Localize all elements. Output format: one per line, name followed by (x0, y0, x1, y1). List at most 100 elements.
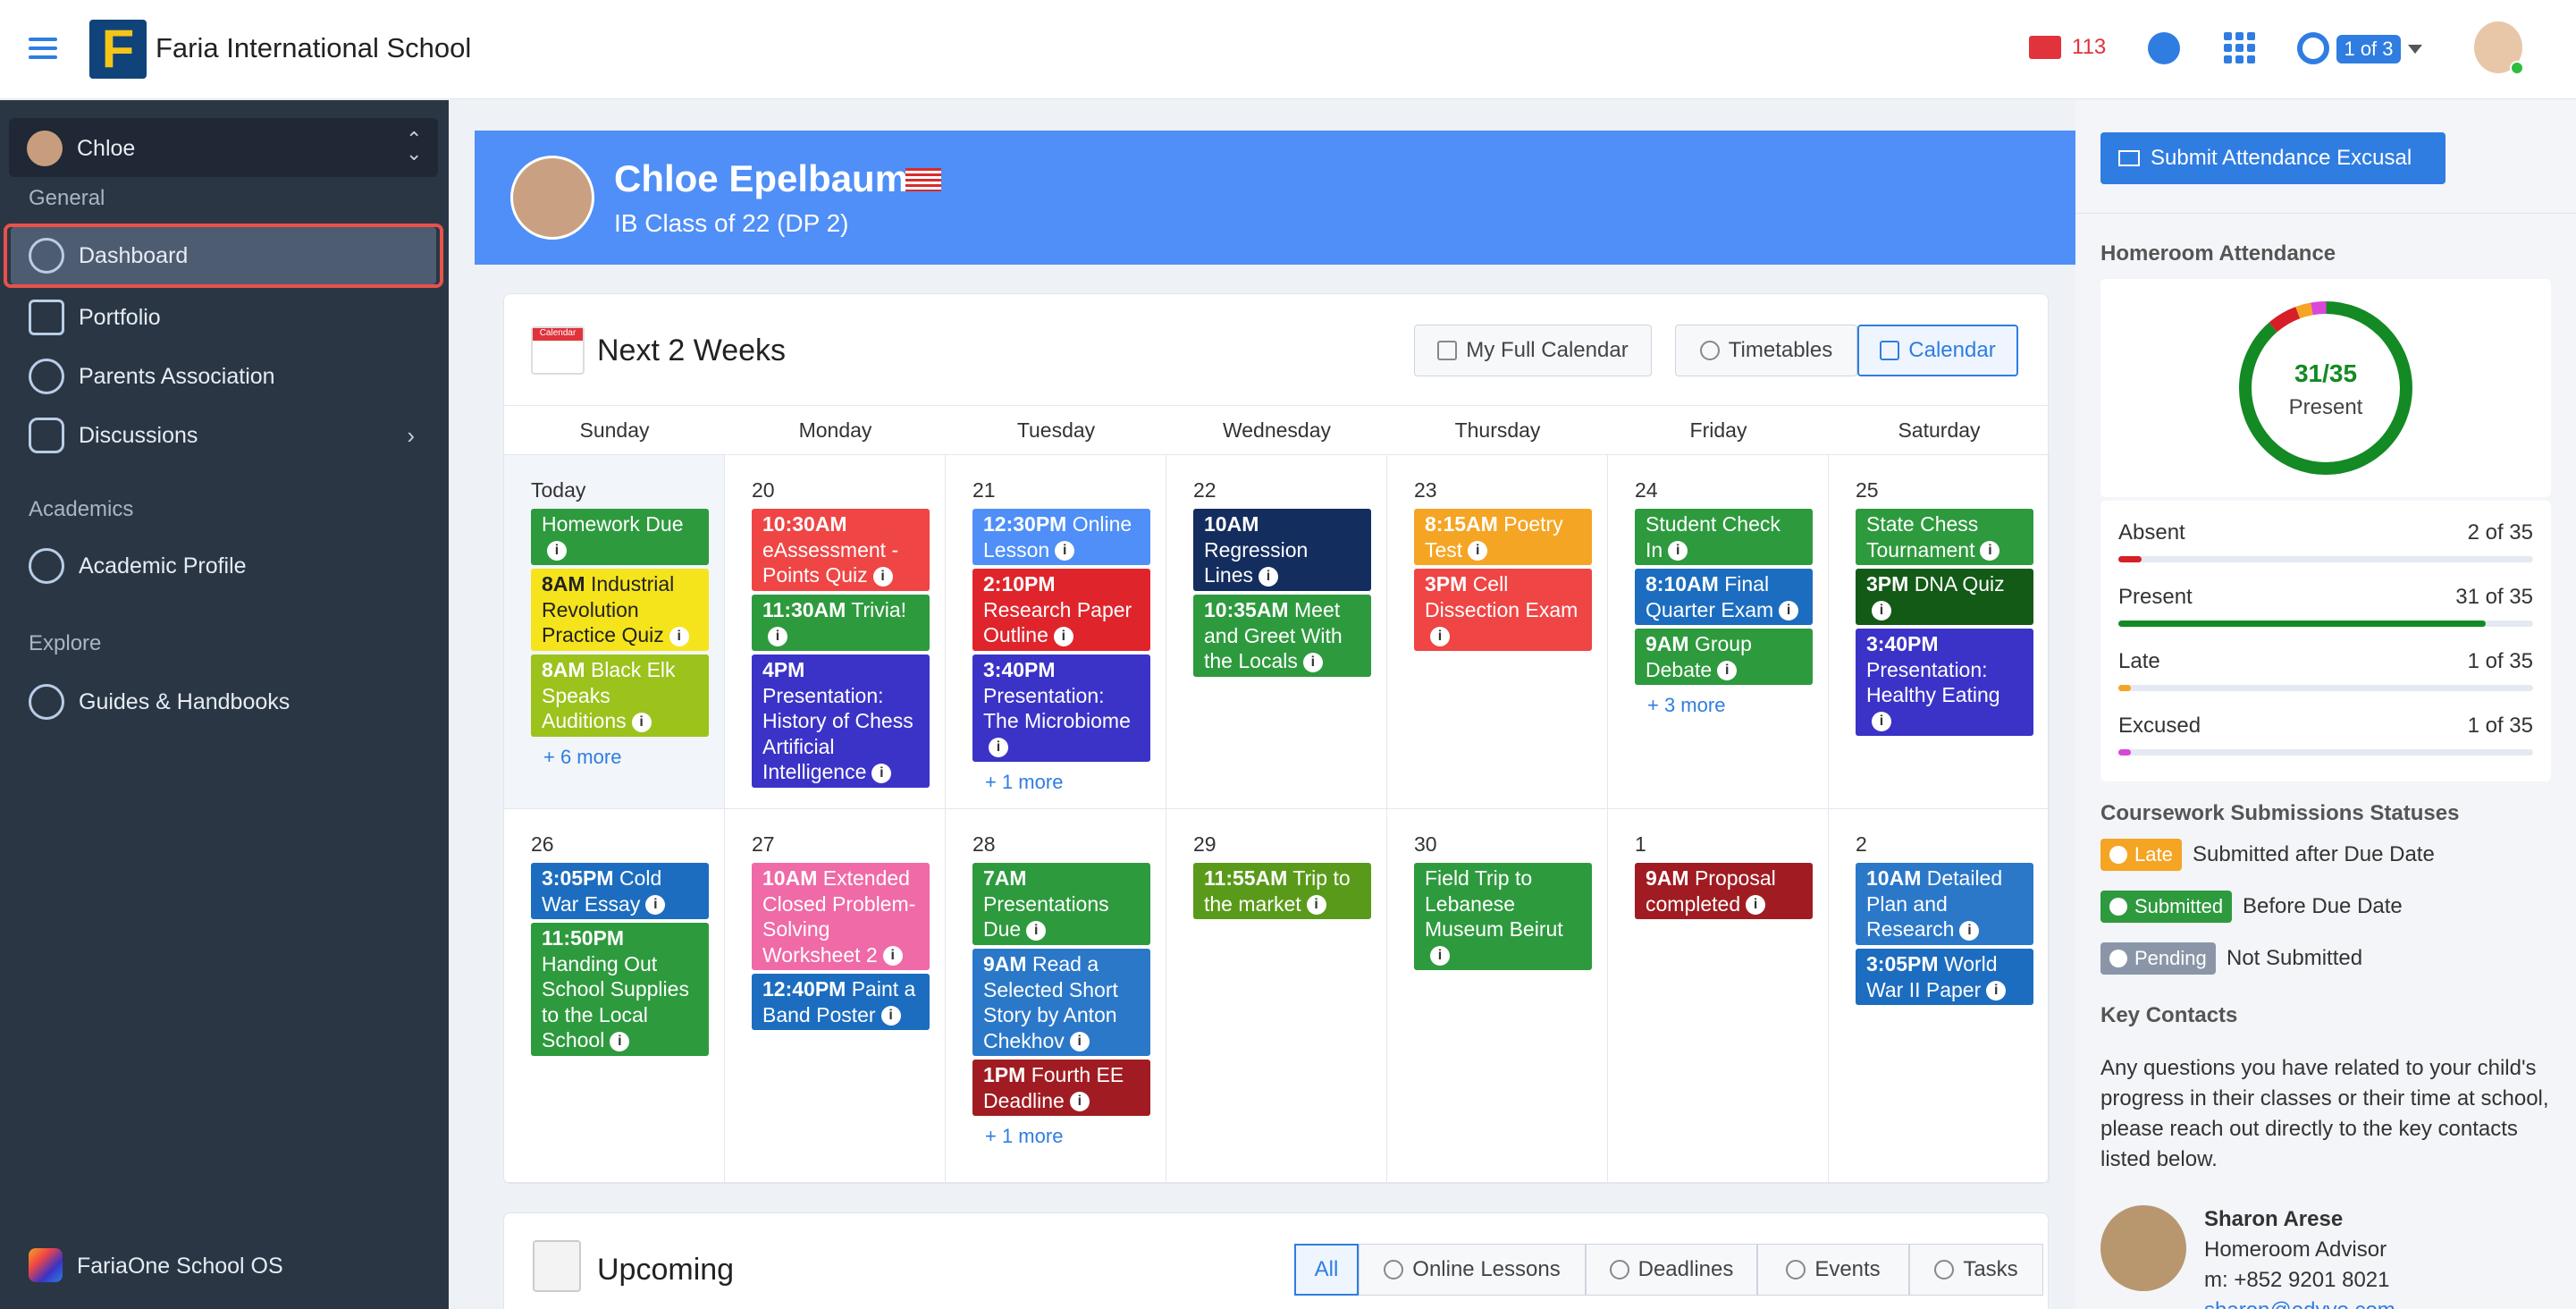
mail-icon[interactable] (2029, 36, 2061, 59)
calendar-event[interactable]: 11:30AM Trivia! i (752, 595, 930, 651)
profile-switcher[interactable]: Chloe ⌃ ⌄ (9, 118, 438, 177)
info-icon[interactable]: i (1026, 920, 1047, 941)
calendar-event[interactable]: 10AM Detailed Plan and Research i (1856, 863, 2033, 945)
calendar-event[interactable]: 7AM Presentations Due i (972, 863, 1150, 945)
info-icon[interactable]: i (1069, 1032, 1090, 1052)
more-events-link[interactable]: + 1 more (985, 771, 1063, 794)
calendar-event[interactable]: 10AM Extended Closed Problem-Solving Wor… (752, 863, 930, 970)
calendar-event[interactable]: 12:40PM Paint a Band Poster i (752, 974, 930, 1030)
calendar-day-cell[interactable]: 1 9AM Proposal completed i (1608, 809, 1829, 1183)
info-icon[interactable]: i (1668, 541, 1688, 562)
calendar-event[interactable]: 12:30PM Online Lesson i (972, 509, 1150, 565)
calendar-event[interactable]: 9AM Read a Selected Short Story by Anton… (972, 949, 1150, 1056)
submit-attendance-excusal-button[interactable]: Submit Attendance Excusal (2100, 132, 2446, 184)
more-events-link[interactable]: + 6 more (543, 746, 621, 769)
calendar-day-cell[interactable]: 24 Student Check In i 8:10AM Final Quarter … (1608, 455, 1829, 809)
calendar-event[interactable]: 9AM Proposal completed i (1635, 863, 1813, 919)
calendar-day-cell[interactable]: Today Homework Duei 8AM Industrial Revolut… (504, 455, 725, 809)
info-icon[interactable]: i (547, 541, 567, 562)
chevron-down-icon[interactable] (2408, 45, 2422, 54)
info-icon[interactable]: i (1430, 946, 1450, 967)
more-events-link[interactable]: + 3 more (1647, 694, 1725, 717)
info-icon[interactable]: i (1302, 652, 1323, 672)
sidebar-item-dashboard[interactable]: Dashboard (11, 227, 436, 284)
fariaone-footer[interactable]: FariaOne School OS (77, 1254, 283, 1279)
calendar-day-cell[interactable]: 22 10AM Regression Lines i 10:35AM Meet and… (1166, 455, 1387, 809)
calendar-event[interactable]: 3:05PM Cold War Essay i (531, 863, 709, 919)
info-icon[interactable]: i (669, 626, 689, 646)
sidebar-item-portfolio[interactable]: Portfolio (11, 288, 436, 347)
info-icon[interactable]: i (882, 946, 903, 967)
info-icon[interactable]: i (1872, 601, 1891, 621)
calendar-event[interactable]: 8AM Black Elk Speaks Auditions i (531, 654, 709, 737)
calendar-event[interactable]: 10:30AM eAssessment - Points Quiz i (752, 509, 930, 591)
calendar-event[interactable]: 11:55AM Trip to the market i (1193, 863, 1371, 919)
calendar-event[interactable]: 3PM Cell Dissection Exami (1414, 569, 1592, 651)
calendar-event[interactable]: 9AM Group Debate i (1635, 629, 1813, 685)
apps-grid-icon[interactable] (2224, 32, 2256, 64)
calendar-event[interactable]: 11:50PM Handing Out School Supplies to t… (531, 923, 709, 1056)
chat-icon[interactable] (2148, 32, 2180, 64)
help-lifebuoy-icon[interactable] (2297, 32, 2329, 64)
calendar-event[interactable]: 8AM Industrial Revolution Practice Quiz i (531, 569, 709, 651)
calendar-event[interactable]: Student Check In i (1635, 509, 1813, 565)
calendar-day-cell[interactable]: 27 10AM Extended Closed Problem-Solving W… (725, 809, 946, 1183)
calendar-day-cell[interactable]: 25 State Chess Tournament i 3PM DNA Quizi 3:… (1829, 455, 2050, 809)
info-icon[interactable]: i (1746, 895, 1766, 916)
calendar-event[interactable]: State Chess Tournament i (1856, 509, 2033, 565)
info-icon[interactable]: i (1258, 566, 1278, 587)
info-icon[interactable]: i (1980, 541, 2000, 562)
tab-tasks[interactable]: Tasks (1909, 1244, 2043, 1296)
tab-deadlines[interactable]: Deadlines (1586, 1244, 1757, 1296)
page-indicator[interactable]: 1 of 3 (2336, 35, 2401, 63)
info-icon[interactable]: i (871, 763, 892, 783)
info-icon[interactable]: i (610, 1031, 630, 1051)
info-icon[interactable]: i (1872, 712, 1891, 732)
sidebar-item-academic-profile[interactable]: Academic Profile (11, 536, 436, 595)
calendar-event[interactable]: 3:05PM World War II Paper i (1856, 949, 2033, 1005)
calendar-event[interactable]: 3:40PM Presentation: The Microbiome i (972, 654, 1150, 762)
calendar-event[interactable]: 10:35AM Meet and Greet With the Locals i (1193, 595, 1371, 677)
info-icon[interactable]: i (1986, 981, 2007, 1001)
calendar-event[interactable]: Field Trip to Lebanese Museum Beirut i (1414, 863, 1592, 970)
sidebar-item-parents-association[interactable]: Parents Association (11, 347, 436, 406)
info-icon[interactable]: i (1306, 895, 1326, 916)
sidebar-item-discussions[interactable]: Discussions › (11, 406, 436, 465)
calendar-event[interactable]: 10AM Regression Lines i (1193, 509, 1371, 591)
menu-icon[interactable] (29, 32, 57, 64)
info-icon[interactable]: i (1468, 541, 1488, 562)
info-icon[interactable]: i (1069, 1092, 1090, 1112)
sidebar-item-guides-handbooks[interactable]: Guides & Handbooks (11, 672, 436, 731)
contact-email[interactable]: sharon@edyyo.com (2204, 1298, 2395, 1309)
info-icon[interactable]: i (1053, 626, 1073, 646)
calendar-event[interactable]: Homework Due i (531, 509, 709, 565)
calendar-view-button[interactable]: Calendar (1857, 325, 2018, 376)
calendar-event[interactable]: 2:10PM Research Paper Outline i (972, 569, 1150, 651)
my-full-calendar-button[interactable]: My Full Calendar (1414, 325, 1652, 376)
info-icon[interactable]: i (989, 738, 1008, 758)
timetables-button[interactable]: Timetables (1675, 325, 1857, 376)
tab-events[interactable]: Events (1757, 1244, 1909, 1296)
calendar-event[interactable]: 8:10AM Final Quarter Exam i (1635, 569, 1813, 625)
info-icon[interactable]: i (645, 895, 666, 916)
info-icon[interactable]: i (631, 712, 652, 732)
calendar-event[interactable]: 1PM Fourth EE Deadline i (972, 1060, 1150, 1116)
calendar-day-cell[interactable]: 28 7AM Presentations Due i 9AM Read a Selec… (946, 809, 1166, 1183)
calendar-day-cell[interactable]: 2 10AM Detailed Plan and Research i 3:05PM … (1829, 809, 2050, 1183)
calendar-day-cell[interactable]: 20 10:30AM eAssessment - Points Quiz i 11:3… (725, 455, 946, 809)
info-icon[interactable]: i (880, 1006, 901, 1026)
calendar-event[interactable]: 3:40PM Presentation: Healthy Eating i (1856, 629, 2033, 736)
calendar-day-cell[interactable]: 21 12:30PM Online Lesson i 2:10PM Research … (946, 455, 1166, 809)
info-icon[interactable]: i (768, 627, 787, 647)
calendar-day-cell[interactable]: 29 11:55AM Trip to the market i (1166, 809, 1387, 1183)
tab-all[interactable]: All (1294, 1244, 1359, 1296)
info-icon[interactable]: i (1717, 661, 1738, 681)
calendar-event[interactable]: 3PM DNA Quiz i (1856, 569, 2033, 625)
mail-count[interactable]: 113 (2072, 35, 2106, 60)
info-icon[interactable]: i (1055, 541, 1075, 562)
calendar-event[interactable]: 8:15AM Poetry Test i (1414, 509, 1592, 565)
calendar-event[interactable]: 4PM Presentation: History of Chess Artif… (752, 654, 930, 788)
more-events-link[interactable]: + 1 more (985, 1125, 1063, 1148)
tab-online-lessons[interactable]: Online Lessons (1359, 1244, 1586, 1296)
info-icon[interactable]: i (872, 566, 893, 587)
